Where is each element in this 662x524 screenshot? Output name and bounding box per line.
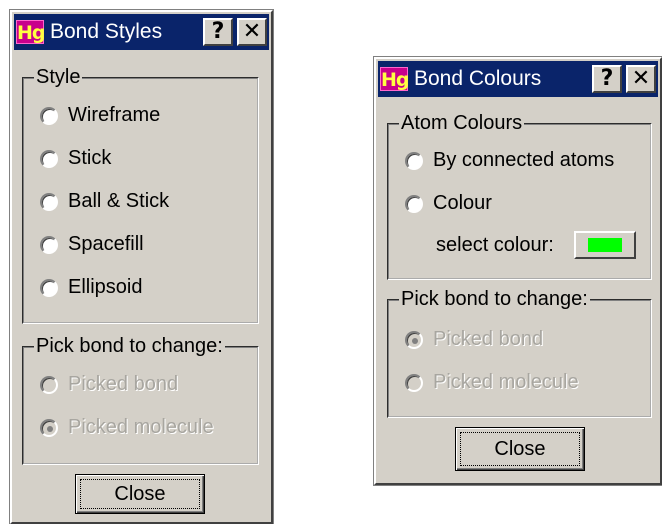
close-icon[interactable]: ✕ — [626, 65, 656, 93]
radio-label: Picked bond — [68, 373, 179, 395]
radio-button[interactable] — [40, 278, 58, 297]
radio-colour[interactable]: Colour — [405, 192, 492, 215]
radio-label: Picked molecule — [68, 416, 214, 438]
close-icon[interactable]: ✕ — [237, 18, 267, 46]
radio-label: Colour — [433, 192, 492, 214]
radio-button-selected — [40, 418, 58, 437]
bond-styles-dialog: Hg Bond Styles ? ✕ Style Wireframe Stick… — [9, 9, 274, 524]
app-icon: Hg — [16, 20, 46, 44]
radio-wireframe[interactable]: Wireframe — [40, 104, 160, 127]
style-group-legend: Style — [36, 66, 81, 88]
radio-label: Ellipsoid — [68, 276, 143, 298]
radio-button-selected — [405, 330, 423, 349]
atom-colours-legend: Atom Colours — [401, 112, 523, 134]
title-bar[interactable]: Hg Bond Colours ? ✕ — [378, 61, 658, 97]
radio-picked-bond: Picked bond — [405, 328, 543, 351]
close-button[interactable]: Close — [455, 427, 585, 471]
radio-by-connected-atoms[interactable]: By connected atoms — [405, 149, 614, 172]
app-icon: Hg — [380, 67, 410, 91]
radio-button — [40, 375, 58, 394]
radio-picked-molecule: Picked molecule — [405, 371, 579, 394]
radio-button[interactable] — [40, 106, 58, 125]
title-bar[interactable]: Hg Bond Styles ? ✕ — [14, 14, 269, 50]
radio-stick[interactable]: Stick — [40, 147, 111, 170]
help-button[interactable]: ? — [203, 18, 233, 46]
colour-swatch-button[interactable] — [574, 231, 636, 259]
radio-label: Picked molecule — [433, 371, 579, 393]
radio-picked-molecule: Picked molecule — [40, 416, 214, 439]
pick-bond-group: Pick bond to change: — [387, 288, 652, 418]
dialog-title: Bond Styles — [50, 20, 163, 43]
radio-button[interactable] — [405, 151, 423, 170]
radio-ellipsoid[interactable]: Ellipsoid — [40, 276, 142, 299]
pick-group-legend: Pick bond to change: — [401, 288, 588, 310]
dialog-title: Bond Colours — [414, 67, 542, 90]
radio-label: Picked bond — [433, 328, 544, 350]
bond-colours-dialog: Hg Bond Colours ? ✕ Atom Colours By conn… — [373, 56, 662, 486]
radio-ball-and-stick[interactable]: Ball & Stick — [40, 190, 169, 213]
radio-label: By connected atoms — [433, 149, 615, 171]
radio-label: Wireframe — [68, 104, 161, 126]
select-colour-label: select colour: — [436, 234, 554, 256]
radio-button[interactable] — [40, 235, 58, 254]
help-button[interactable]: ? — [592, 65, 622, 93]
radio-label: Stick — [68, 147, 112, 169]
radio-button — [405, 373, 423, 392]
radio-label: Ball & Stick — [68, 190, 170, 212]
radio-button[interactable] — [40, 192, 58, 211]
radio-picked-bond: Picked bond — [40, 373, 178, 396]
radio-spacefill[interactable]: Spacefill — [40, 233, 144, 256]
pick-bond-group: Pick bond to change: — [22, 335, 259, 465]
radio-label: Spacefill — [68, 233, 144, 255]
radio-button[interactable] — [405, 194, 423, 213]
radio-button[interactable] — [40, 149, 58, 168]
close-button[interactable]: Close — [75, 474, 205, 514]
pick-group-legend: Pick bond to change: — [36, 335, 223, 357]
colour-swatch — [588, 238, 622, 252]
